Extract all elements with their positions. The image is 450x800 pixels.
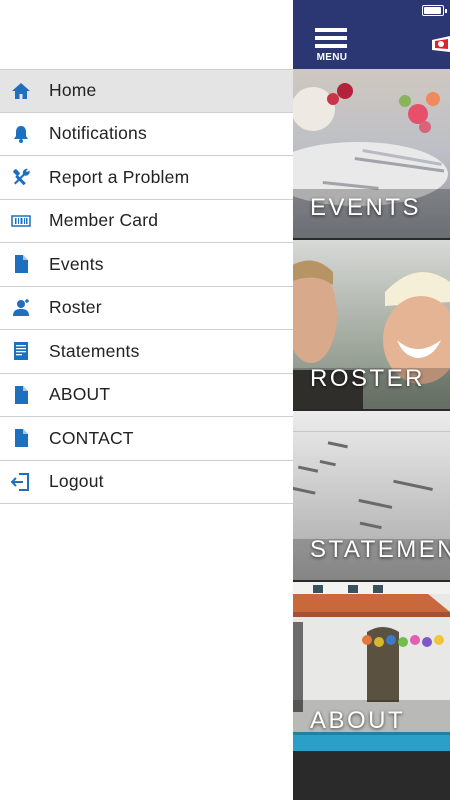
tile-caption: STATEMENTS <box>310 536 450 563</box>
menu-button-label: MENU <box>316 52 348 63</box>
main-content-panel: MENU EVENTS ROSTER STATEMEN ABOUT <box>293 0 450 800</box>
home-icon <box>10 80 32 102</box>
drawer-item-label: CONTACT <box>49 427 134 448</box>
drawer-item-roster[interactable]: Roster <box>0 287 293 330</box>
drawer-item-label: Events <box>49 253 104 274</box>
drawer-item-label: Home <box>49 80 97 101</box>
drawer-item-contact[interactable]: CONTACT <box>0 417 293 461</box>
drawer-item-label: Roster <box>49 297 102 318</box>
drawer-item-notifications[interactable]: Notifications <box>0 113 293 156</box>
tile-about[interactable]: ABOUT <box>293 582 450 751</box>
tile-caption: ABOUT <box>310 707 406 734</box>
tools-icon <box>10 166 32 188</box>
drawer-item-statements[interactable]: Statements <box>0 330 293 374</box>
logout-icon <box>10 471 32 493</box>
statement-icon <box>10 340 32 362</box>
tile-caption: ROSTER <box>310 365 426 392</box>
app-header: MENU <box>293 0 450 69</box>
tile-events[interactable]: EVENTS <box>293 69 450 238</box>
tile-statements[interactable]: STATEMENTS <box>293 411 450 580</box>
document-icon <box>10 253 32 275</box>
drawer-item-about[interactable]: ABOUT <box>0 374 293 417</box>
drawer-item-label: Notifications <box>49 123 147 144</box>
tile-roster[interactable]: ROSTER <box>293 240 450 409</box>
tile-caption: EVENTS <box>310 194 422 221</box>
barcode-icon <box>10 210 32 232</box>
person-icon <box>10 297 32 319</box>
drawer-item-label: Statements <box>49 340 140 361</box>
brand-logo-icon <box>432 36 450 52</box>
drawer-item-member-card[interactable]: Member Card <box>0 200 293 243</box>
battery-icon <box>422 5 447 16</box>
drawer-item-report-a-problem[interactable]: Report a Problem <box>0 156 293 200</box>
navigation-drawer: Home Notifications Report a Problem Memb… <box>0 0 293 800</box>
drawer-item-home[interactable]: Home <box>0 69 293 113</box>
drawer-item-logout[interactable]: Logout <box>0 461 293 504</box>
menu-button[interactable]: MENU <box>313 26 349 66</box>
drawer-item-label: ABOUT <box>49 384 111 405</box>
drawer-item-label: Member Card <box>49 210 159 231</box>
drawer-item-label: Report a Problem <box>49 166 190 187</box>
bell-icon <box>10 123 32 145</box>
document-icon <box>10 384 32 406</box>
drawer-menu: Home Notifications Report a Problem Memb… <box>0 69 293 504</box>
document-icon <box>10 427 32 449</box>
drawer-item-events[interactable]: Events <box>0 243 293 287</box>
drawer-item-label: Logout <box>49 471 104 492</box>
